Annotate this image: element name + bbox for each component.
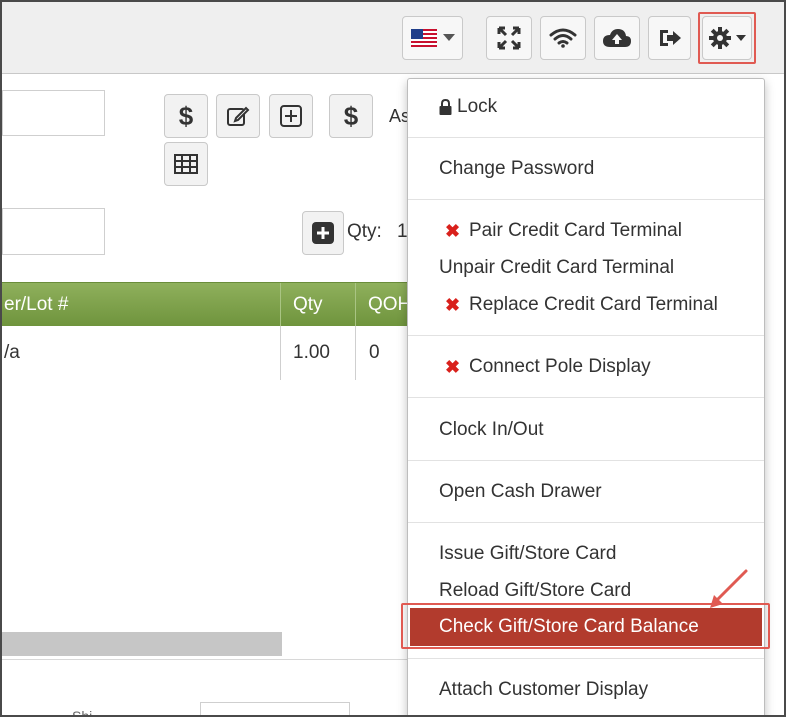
plus-square-icon (312, 222, 334, 244)
plus-square-icon (280, 105, 302, 127)
language-dropdown[interactable] (402, 16, 463, 60)
column-header-lot: er/Lot # (4, 294, 69, 315)
menu-divider (408, 460, 764, 461)
payment-button[interactable]: $ (329, 94, 373, 138)
dollar-icon: $ (343, 100, 359, 131)
cloud-upload-button[interactable] (594, 16, 640, 60)
table-icon (174, 154, 198, 174)
dollar-icon: $ (178, 100, 194, 131)
logout-button[interactable] (648, 16, 691, 60)
us-flag-icon (410, 29, 437, 47)
add-item-button[interactable] (269, 94, 313, 138)
cell-qty: 1.00 (293, 342, 330, 363)
shipping-input[interactable] (200, 702, 350, 715)
menu-divider (408, 335, 764, 336)
menu-item-open-cash-drawer[interactable]: Open Cash Drawer (439, 481, 602, 503)
caret-down-icon (442, 34, 455, 41)
menu-item-pair-terminal[interactable]: Pair Credit Card Terminal (469, 220, 682, 242)
cell-qoh: 0 (369, 342, 380, 363)
error-x-icon: ✖ (445, 295, 461, 315)
logout-icon (659, 30, 681, 46)
divider (2, 659, 422, 660)
lock-icon (439, 99, 452, 115)
price-button[interactable]: $ (164, 94, 208, 138)
menu-item-change-password[interactable]: Change Password (439, 158, 594, 180)
table-header: er/Lot # Qty QOH (2, 282, 422, 327)
annotation-arrow-icon (710, 569, 748, 608)
search-input[interactable] (2, 90, 105, 136)
qty-input[interactable]: 1 (397, 221, 408, 243)
menu-item-clock-in-out[interactable]: Clock In/Out (439, 419, 544, 441)
column-header-qoh: QOH (368, 294, 412, 315)
horizontal-scrollbar[interactable] (2, 632, 282, 656)
cell-lot: /a (4, 342, 20, 363)
fullscreen-button[interactable] (486, 16, 532, 60)
item-input[interactable] (2, 208, 105, 255)
menu-item-connect-pole-display[interactable]: Connect Pole Display (469, 356, 651, 378)
shipping-label: Shi (72, 708, 93, 717)
menu-item-attach-customer-display[interactable]: Attach Customer Display (439, 679, 648, 701)
menu-item-unpair-terminal[interactable]: Unpair Credit Card Terminal (439, 257, 674, 279)
error-x-icon: ✖ (445, 357, 461, 377)
app-window: $ $ As Qty: 1 er/Lot # Qty QOH /a 1.00 0… (0, 0, 786, 717)
menu-divider (408, 137, 764, 138)
fullscreen-icon (497, 26, 521, 50)
header-divider (355, 283, 356, 327)
add-quantity-button[interactable] (302, 211, 344, 255)
row-divider (280, 326, 281, 380)
wifi-button[interactable] (540, 16, 586, 60)
menu-item-replace-terminal[interactable]: Replace Credit Card Terminal (469, 294, 718, 316)
menu-item-reload-gift-card[interactable]: Reload Gift/Store Card (439, 580, 631, 602)
edit-icon (227, 106, 250, 126)
error-x-icon: ✖ (445, 221, 461, 241)
edit-button[interactable] (216, 94, 260, 138)
grid-button[interactable] (164, 142, 208, 186)
header-divider (280, 283, 281, 327)
menu-divider (408, 199, 764, 200)
menu-divider (408, 658, 764, 659)
menu-divider (408, 397, 764, 398)
top-bar (2, 2, 784, 74)
menu-divider (408, 522, 764, 523)
qty-label: Qty: (347, 221, 382, 242)
menu-item-issue-gift-card[interactable]: Issue Gift/Store Card (439, 543, 616, 565)
settings-highlight-box (698, 12, 756, 64)
cloud-upload-icon (603, 29, 631, 47)
menu-item-lock[interactable]: Lock (439, 96, 497, 118)
wifi-icon (549, 28, 577, 48)
menu-item-label: Lock (457, 96, 498, 117)
table-row[interactable]: /a 1.00 0 (2, 326, 422, 380)
column-header-qty: Qty (293, 294, 323, 315)
row-divider (355, 326, 356, 380)
